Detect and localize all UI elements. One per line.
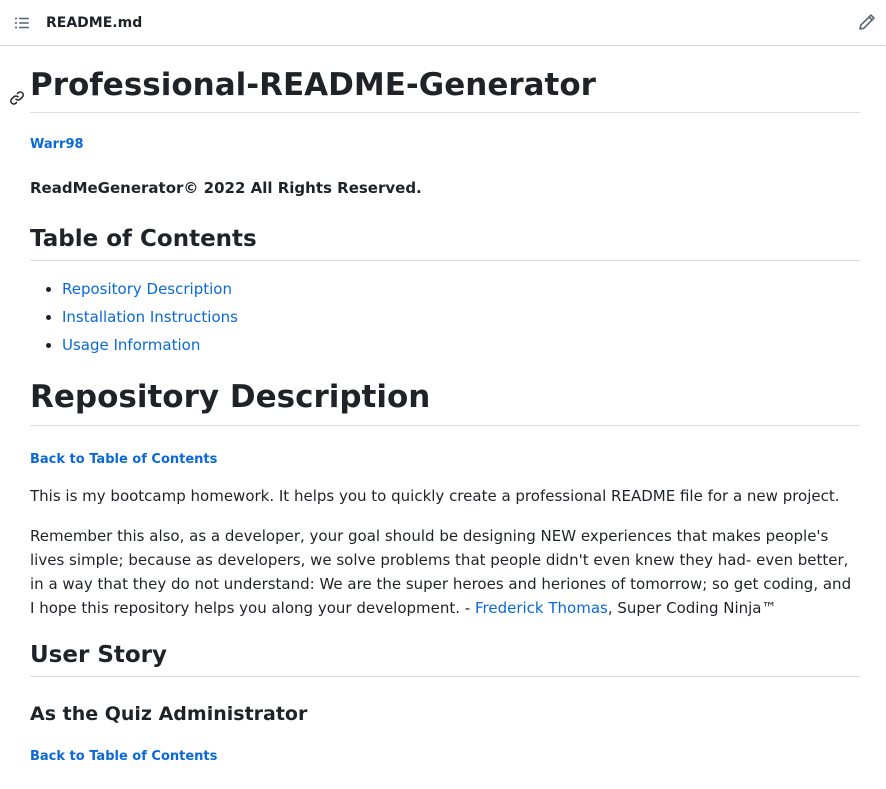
- file-name: README.md: [46, 15, 143, 31]
- toc-link-usage-information[interactable]: Usage Information: [62, 336, 200, 354]
- frederick-thomas-link[interactable]: Frederick Thomas: [475, 599, 608, 617]
- copyright-text: ReadMeGenerator© 2022 All Rights Reserve…: [30, 179, 422, 197]
- description-paragraph: This is my bootcamp homework. It helps y…: [30, 487, 840, 505]
- repo-description-heading: Repository Description: [30, 377, 860, 426]
- readme-title: Professional-README-Generator: [10, 46, 860, 113]
- toc-item: Usage Information: [62, 331, 860, 359]
- back-link-container: Back to Table of Contents: [30, 749, 860, 765]
- author-link[interactable]: Warr98: [30, 137, 84, 152]
- back-to-toc-link[interactable]: Back to Table of Contents: [30, 452, 217, 467]
- quote-suffix: , Super Coding Ninja™: [607, 599, 777, 617]
- author-paragraph: Warr98: [30, 137, 860, 153]
- toc-item: Installation Instructions: [62, 303, 860, 331]
- toc-link-repository-description[interactable]: Repository Description: [62, 280, 232, 298]
- readme-body: Professional-README-Generator Warr98 Rea…: [10, 46, 860, 765]
- toc-link-installation-instructions[interactable]: Installation Instructions: [62, 308, 238, 326]
- link-icon[interactable]: [9, 77, 25, 105]
- quote-paragraph: Remember this also, as a developer, your…: [30, 524, 860, 620]
- readme-title-text: Professional-README-Generator: [30, 67, 596, 103]
- toc-list: Repository Description Installation Inst…: [30, 275, 860, 359]
- quiz-admin-heading: As the Quiz Administrator: [30, 703, 308, 725]
- user-story-heading: User Story: [30, 640, 860, 677]
- back-to-toc-link[interactable]: Back to Table of Contents: [30, 749, 217, 764]
- file-header: README.md: [0, 0, 886, 46]
- pencil-icon[interactable]: [858, 13, 876, 31]
- back-link-container: Back to Table of Contents: [30, 452, 860, 468]
- toc-heading: Table of Contents: [30, 224, 860, 261]
- list-unordered-icon[interactable]: [14, 15, 30, 31]
- toc-item: Repository Description: [62, 275, 860, 303]
